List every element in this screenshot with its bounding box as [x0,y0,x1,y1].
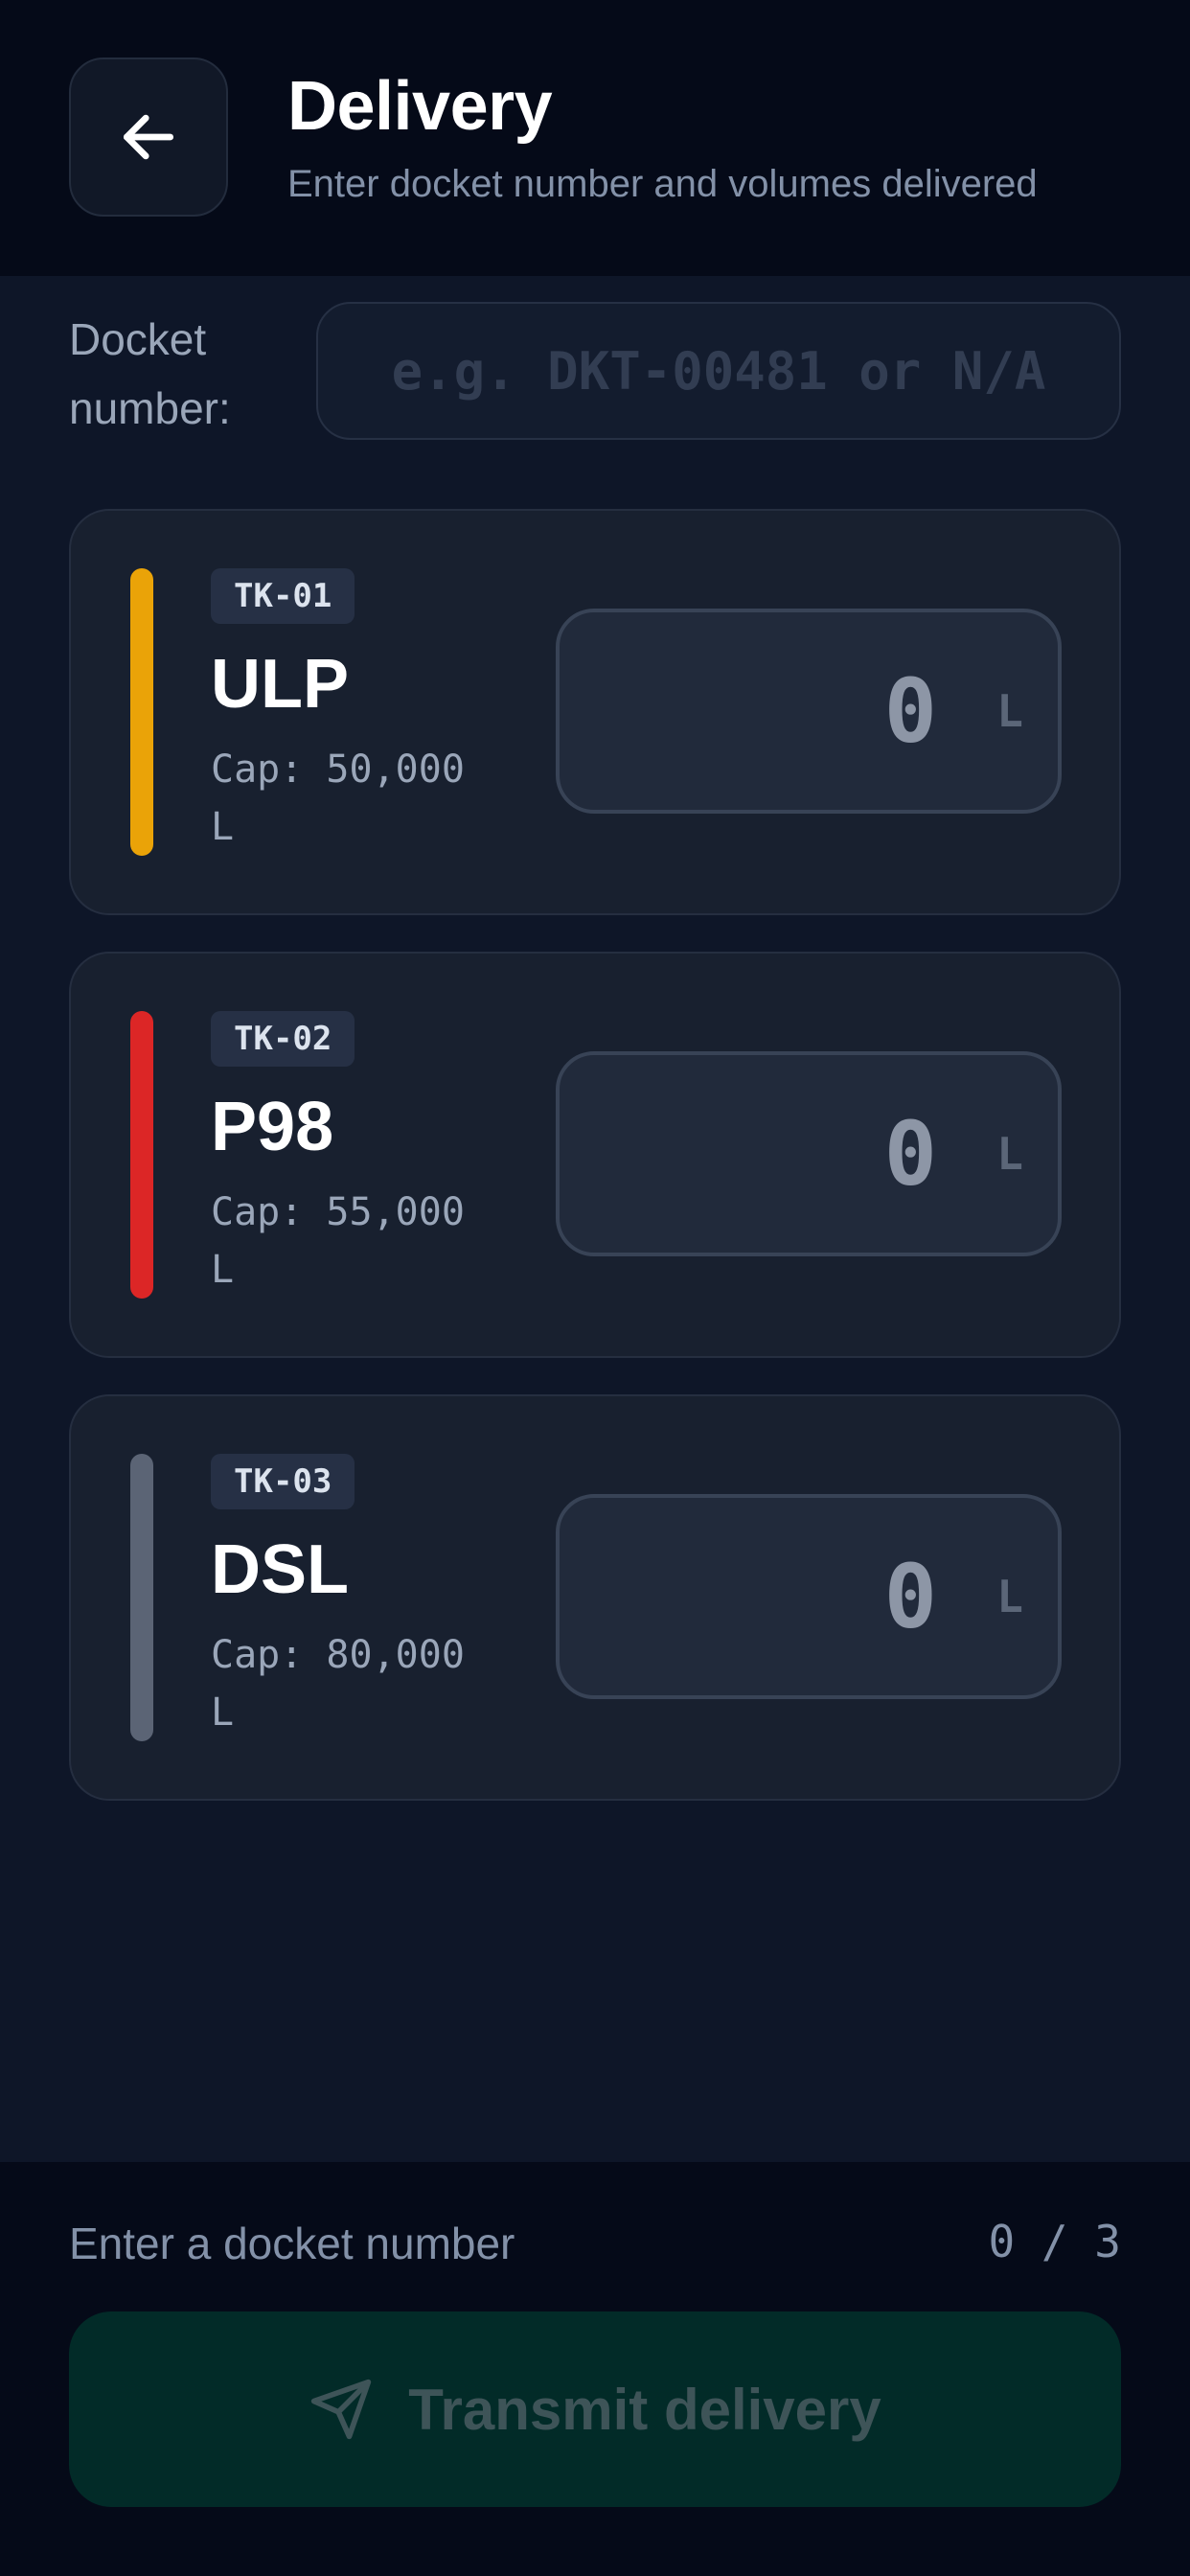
delivery-screen: Delivery Enter docket number and volumes… [0,0,1190,2576]
status-hint: Enter a docket number [69,2219,515,2268]
header: Delivery Enter docket number and volumes… [0,0,1190,276]
tank-name: P98 [211,1089,334,1165]
volume-value: 0 [883,1545,937,1648]
footer: Enter a docket number 0 / 3 Transmit del… [0,2162,1190,2576]
tank-id-badge: TK-02 [211,1011,355,1067]
tank-id-badge: TK-03 [211,1454,355,1509]
tank-card-tk-01: TK-01 ULP Cap: 50,000 L 0 L [69,509,1121,915]
arrow-left-icon [123,114,174,160]
tank-color-bar [130,1454,153,1741]
tank-capacity: Cap: 80,000 L [211,1633,465,1735]
transmit-delivery-button[interactable]: Transmit delivery [69,2312,1121,2507]
volume-input-tk-02[interactable]: 0 L [556,1051,1062,1256]
entry-count: 0 / 3 [988,2216,1121,2267]
send-icon [311,2379,372,2440]
page-title: Delivery [287,68,553,145]
tank-color-bar [130,568,153,856]
volume-unit: L [996,1128,1023,1180]
tank-capacity: Cap: 50,000 L [211,748,465,849]
transmit-label: Transmit delivery [408,2377,881,2442]
tank-name: DSL [211,1531,349,1608]
tank-id-badge: TK-01 [211,568,355,624]
volume-input-tk-03[interactable]: 0 L [556,1494,1062,1699]
docket-label: Docket number: [69,314,231,433]
tank-name: ULP [211,646,349,723]
tank-card-tk-02: TK-02 P98 Cap: 55,000 L 0 L [69,952,1121,1358]
tank-card-tk-03: TK-03 DSL Cap: 80,000 L 0 L [69,1394,1121,1801]
page-subtitle: Enter docket number and volumes delivere… [287,163,1038,205]
volume-value: 0 [883,1102,937,1206]
docket-number-input[interactable] [316,302,1121,440]
volume-value: 0 [883,659,937,763]
back-button[interactable] [69,58,228,217]
volume-input-tk-01[interactable]: 0 L [556,609,1062,814]
tank-color-bar [130,1011,153,1299]
volume-unit: L [996,1571,1023,1622]
volume-unit: L [996,685,1023,737]
tank-capacity: Cap: 55,000 L [211,1190,465,1292]
